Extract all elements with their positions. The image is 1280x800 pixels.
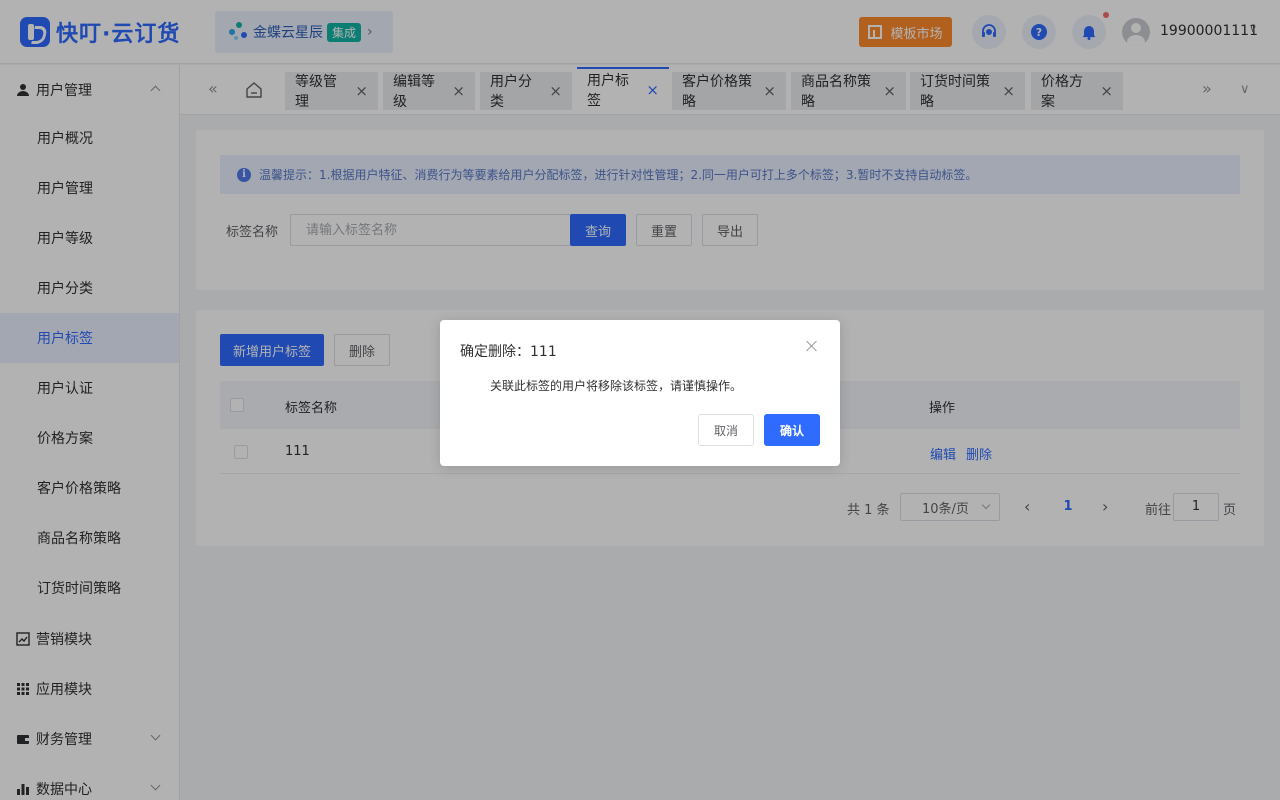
close-icon[interactable]	[804, 338, 820, 354]
dialog-message: 关联此标签的用户将移除该标签，请谨慎操作。	[490, 379, 743, 393]
confirm-button[interactable]: 确认	[764, 414, 820, 446]
dialog-title: 确定删除：111	[460, 344, 557, 360]
cancel-button[interactable]: 取消	[698, 414, 754, 446]
delete-confirm-dialog: 确定删除：111 关联此标签的用户将移除该标签，请谨慎操作。 取消 确认	[440, 320, 840, 466]
